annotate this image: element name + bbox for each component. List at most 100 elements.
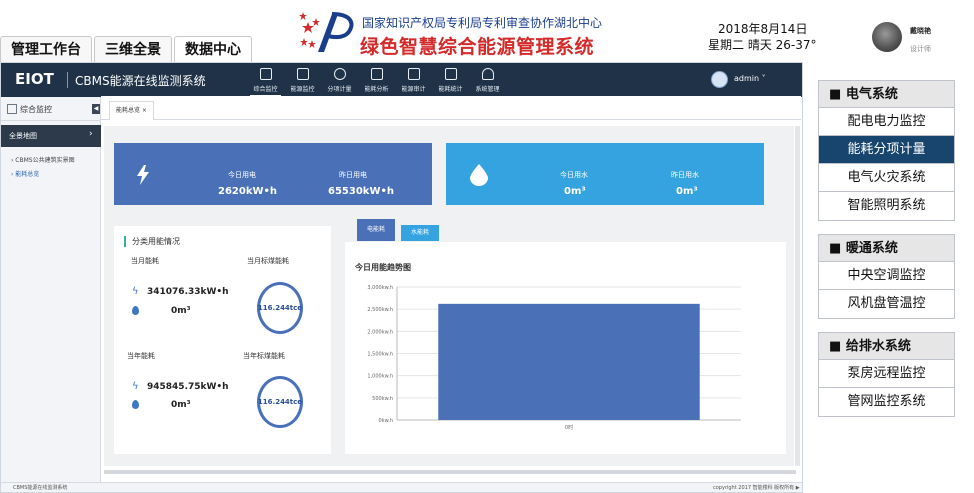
app-title: CBMS能源在线监测系统: [75, 74, 206, 88]
lightning-icon: ϟ: [132, 286, 139, 297]
content-tabbar: 能耗总览 ×: [101, 96, 801, 120]
vertical-scrollbar[interactable]: [795, 126, 800, 466]
nav-label: 能源监控: [290, 86, 315, 93]
tab-electric-energy[interactable]: 电能耗: [357, 219, 396, 241]
water-drop-icon: [132, 306, 139, 315]
admin-menu[interactable]: admin ˅: [734, 74, 766, 83]
month-energy-label: 当月能耗: [131, 257, 159, 265]
footer-system-name: CBMS能源在线监测系统: [13, 485, 68, 491]
document-icon: [408, 68, 420, 80]
chart-icon: [445, 68, 457, 80]
analysis-icon: [371, 68, 383, 80]
menu-item-pump-room[interactable]: 泵房远程监控: [819, 360, 954, 388]
sidebar-item-energy-overview[interactable]: › 能耗总览: [11, 169, 39, 178]
brand-divider: [67, 72, 68, 88]
sidebar-collapse-button[interactable]: ◀: [92, 104, 100, 114]
y-tick-label: 2,000kw.h: [367, 329, 393, 335]
nav-label: 能源审计: [401, 86, 426, 93]
year-electric-value: 945845.75kW•h: [147, 382, 229, 392]
menu-item-fan-coil[interactable]: 风机盘管温控: [819, 290, 954, 318]
menu-item-electrical-fire[interactable]: 电气火灾系统: [819, 164, 954, 192]
year-energy-label: 当年能耗: [127, 352, 155, 360]
app-footer: CBMS能源在线监测系统 copyright 2017 智能楼科 版权所有 ▶: [1, 482, 802, 492]
factory-icon: [297, 68, 309, 80]
chart-tabs: 电能耗 水能耗: [357, 219, 445, 241]
x-tick-label: 0时: [565, 424, 573, 431]
month-electric-value: 341076.33kW•h: [147, 287, 229, 297]
electric-summary-card: 今日用电 2620kW•h 昨日用电 65530kW•h: [114, 143, 432, 205]
bar: [438, 303, 700, 420]
nav-system-management[interactable]: 系统管理: [469, 63, 506, 97]
menu-header-label: 电气系统: [845, 87, 898, 102]
sidebar-item-building-view[interactable]: › CBMS公共建筑实景图: [11, 155, 75, 164]
nav-label: 能耗分析: [364, 86, 389, 93]
monitor-icon: [260, 68, 272, 80]
user-name: 戴晓艳: [910, 27, 931, 35]
nav-energy-analysis[interactable]: 能耗分析: [358, 63, 395, 97]
nav-label: 分项计量: [327, 86, 352, 93]
admin-avatar[interactable]: [711, 71, 728, 88]
nav-sub-metering[interactable]: 分项计量: [321, 63, 358, 97]
menu-item-central-ac[interactable]: 中央空调监控: [819, 262, 954, 290]
system-title: 绿色智慧综合能源管理系统: [360, 36, 595, 58]
menu-header-hvac: ■ 暖通系统: [819, 235, 954, 262]
nav-energy-monitoring[interactable]: 能源监控: [284, 63, 321, 97]
y-tick-label: 0kw.h: [379, 418, 393, 424]
month-coal-value: 116.244tce: [257, 304, 303, 312]
water-system-menu: ■ 给排水系统 泵房远程监控 管网监控系统: [818, 332, 955, 417]
year-coal-value: 116.244tce: [257, 398, 303, 406]
nav-energy-audit[interactable]: 能源审计: [395, 63, 432, 97]
date-text: 2018年8月14日: [718, 22, 808, 36]
app-navbar: EIOT CBMS能源在线监测系统 综合监控 能源监控 分项计量 能耗分析 能源…: [1, 63, 802, 97]
menu-item-power-monitoring[interactable]: 配电电力监控: [819, 108, 954, 136]
month-water-value: 0m³: [171, 306, 191, 316]
sidebar-section-map[interactable]: 全景地图 ›: [1, 125, 101, 147]
sidebar-title: 综合监控: [20, 105, 52, 114]
menu-header-water: ■ 给排水系统: [819, 333, 954, 360]
user-role: 设计师: [910, 45, 931, 53]
water-summary-card: 今日用水 0m³ 昨日用水 0m³: [446, 143, 764, 205]
cnipa-logo-icon: [299, 12, 354, 52]
trend-chart-panel: 今日用能趋势图 0kw.h 500kw.h 1,000kw.h 1,500kw.h 2,…: [345, 242, 786, 454]
sidebar: 综合监控 ◀ 全景地图 › › CBMS公共建筑实景图 › 能耗总览: [1, 97, 101, 482]
energy-classification-panel: 分类用能情况 当月能耗 当月标煤能耗 ϟ 341076.33kW•h 0m³ 1…: [114, 226, 331, 454]
main-nav: 综合监控 能源监控 分项计量 能耗分析 能源审计 能耗统计 系统管理: [247, 63, 506, 97]
menu-item-smart-lighting[interactable]: 智能照明系统: [819, 192, 954, 220]
nav-energy-statistics[interactable]: 能耗统计: [432, 63, 469, 97]
electrical-system-menu: ■ 电气系统 配电电力监控 能耗分项计量 电气火灾系统 智能照明系统: [818, 80, 955, 221]
nav-label: 系统管理: [475, 86, 500, 93]
yesterday-water-label: 昨日用水: [671, 171, 699, 179]
y-tick-label: 1,500kw.h: [367, 352, 393, 358]
y-tick-label: 1,000kw.h: [367, 374, 393, 380]
tab-water-energy[interactable]: 水能耗: [401, 225, 440, 241]
user-avatar[interactable]: [872, 22, 902, 52]
top-tabs: 管理工作台 三维全景 数据中心: [0, 36, 254, 62]
today-water-label: 今日用水: [560, 171, 588, 179]
menu-item-pipe-network[interactable]: 管网监控系统: [819, 388, 954, 416]
users-icon: [482, 68, 494, 80]
year-water-value: 0m³: [171, 400, 191, 410]
lightning-icon: ϟ: [132, 381, 139, 392]
today-electric-label: 今日用电: [228, 171, 256, 179]
y-tick-label: 3,000kw.h: [367, 285, 393, 291]
tab-3d-panorama[interactable]: 三维全景: [94, 36, 172, 62]
hvac-system-menu: ■ 暖通系统 中央空调监控 风机盘管温控: [818, 234, 955, 319]
meter-icon: [334, 68, 346, 80]
eiot-logo: EIOT: [15, 70, 54, 88]
water-drop-icon: [470, 164, 488, 186]
y-tick-label: 500kw.h: [372, 396, 393, 402]
nav-label: 能耗统计: [438, 86, 463, 93]
year-coal-label: 当年标煤能耗: [243, 352, 285, 360]
org-name: 国家知识产权局专利局专利审查协作湖北中心: [362, 16, 603, 30]
top-header: 管理工作台 三维全景 数据中心 国家知识产权局专利局专利审查协作湖北中心 绿色智…: [0, 0, 974, 62]
tab-workbench[interactable]: 管理工作台: [0, 36, 92, 62]
trend-chart: 0kw.h 500kw.h 1,000kw.h 1,500kw.h 2,000kw.h 2…: [367, 285, 741, 431]
lightning-icon: [137, 165, 149, 185]
tab-data-center[interactable]: 数据中心: [174, 36, 252, 62]
sidebar-header: 综合监控 ◀: [1, 97, 101, 121]
tab-energy-overview[interactable]: 能耗总览 ×: [109, 101, 154, 120]
menu-header-electrical: ■ 电气系统: [819, 81, 954, 108]
menu-item-sub-metering[interactable]: 能耗分项计量: [819, 136, 954, 164]
horizontal-scrollbar[interactable]: [104, 470, 796, 474]
nav-integrated-monitoring[interactable]: 综合监控: [247, 63, 284, 97]
